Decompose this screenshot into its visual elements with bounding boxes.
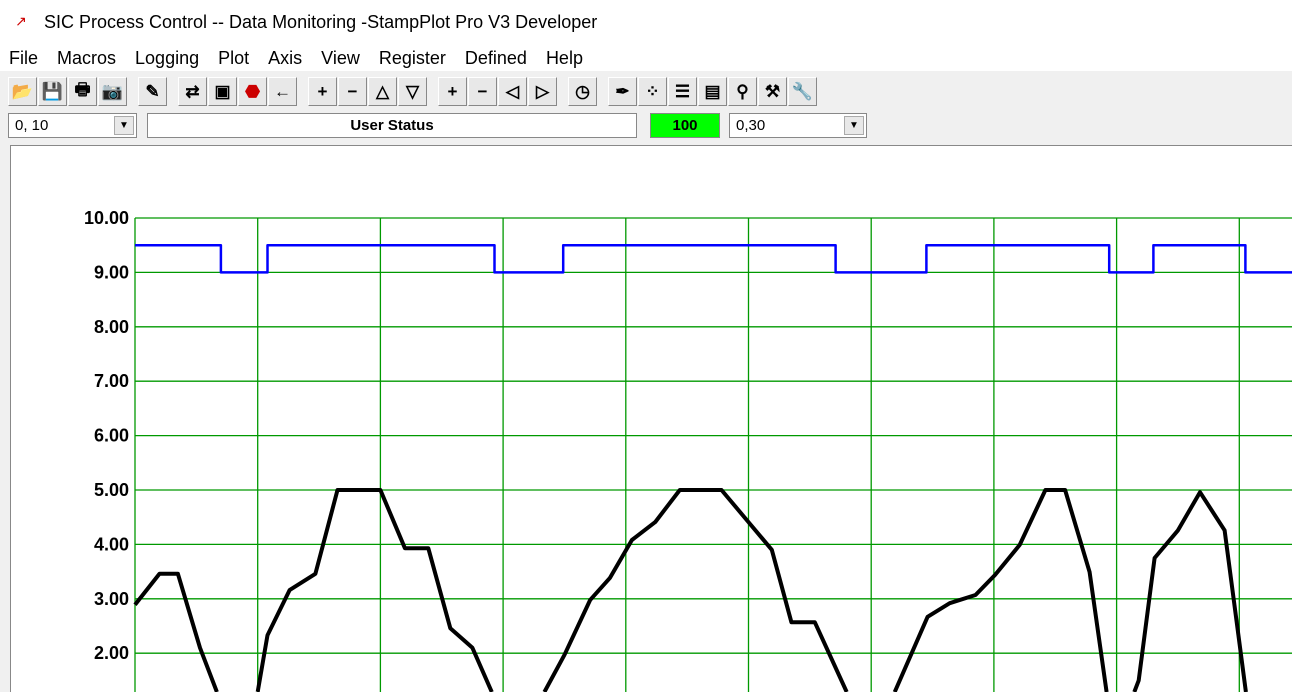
series-line-1 [133,571,219,692]
magic-wand-button[interactable]: ✎ [138,77,167,106]
scroll-right-button[interactable]: ▷ [528,77,557,106]
y-tick-label: 2.00 [94,643,129,663]
user-status-field: User Status [147,113,637,138]
camera-icon: 📷 [101,81,124,101]
arrow-left-icon: ← [274,81,291,101]
y-tick-label: 9.00 [94,262,129,282]
series-line-1 [255,488,494,692]
monitor-icon: ▣ [214,81,231,101]
toolbar-separator [558,77,568,109]
y-tick-label: 5.00 [94,480,129,500]
series-line-1 [1132,490,1248,692]
connect-handshake-button[interactable]: ⇄ [178,77,207,106]
connect-handshake-icon: ⇄ [185,81,200,101]
scroll-up-button[interactable]: △ [368,77,397,106]
printer-button[interactable]: 🖶 [68,77,97,106]
series-line-1 [892,488,1109,692]
minus-x-button[interactable]: − [468,77,497,106]
plus-x-button[interactable]: + [438,77,467,106]
notes-icon: ☰ [674,81,691,101]
pen-icon: ✒ [615,81,630,101]
notebook-button[interactable]: ▤ [698,77,727,106]
y-tick-label: 7.00 [94,371,129,391]
y-range-select[interactable]: 0, 10 ▼ [8,113,137,138]
magic-wand-icon: ✎ [145,81,160,101]
notebook-icon: ▤ [704,81,721,101]
minus-x-icon: − [477,81,488,101]
scroll-right-icon: ▷ [535,81,550,101]
plot-area[interactable]: 10.00 9.00 8.00 7.00 6.00 5.00 4.00 3.00 2.00 [10,145,1292,692]
monitor-button[interactable]: ▣ [208,77,237,106]
y-tick-label: 8.00 [94,317,129,337]
y-tick-label: 6.00 [94,426,129,446]
y-tick-label: 10.00 [84,208,129,228]
plus-y-button[interactable]: + [308,77,337,106]
arrow-left-button[interactable]: ← [268,77,297,106]
stop-button[interactable]: ⬣ [238,77,267,106]
plot-points-button[interactable]: ⁘ [638,77,667,106]
wrench-button[interactable]: 🔧 [788,77,817,106]
menu-macros[interactable]: Macros [48,48,126,69]
menu-register[interactable]: Register [370,48,456,69]
menu-defined[interactable]: Defined [456,48,537,69]
save-disk-icon: 💾 [41,81,64,101]
plus-y-icon: + [317,81,328,101]
user-status-text: User Status [350,117,434,134]
menu-plot[interactable]: Plot [209,48,259,69]
chevron-down-icon[interactable]: ▼ [844,116,864,135]
plus-x-icon: + [447,81,458,101]
tools-button[interactable]: ⚒ [758,77,787,106]
y-tick-label: 3.00 [94,589,129,609]
series-line-1 [542,488,849,692]
window-title: SIC Process Control -- Data Monitoring -… [44,12,598,32]
menu-file[interactable]: File [0,48,48,69]
wrench-icon: 🔧 [791,81,814,101]
minus-y-button[interactable]: − [338,77,367,106]
printer-icon: 🖶 [74,80,91,99]
camera-button[interactable]: 📷 [98,77,127,106]
scroll-up-icon: △ [375,81,390,101]
toolbar: 📂 💾 🖶 📷 ✎ ⇄ ▣ ⬣ ← + − △ ▽ + − ◁ ▷ ◷ ✒ ⁘ ☰ ▤ ⚲ ⚒ 🔧 [8,77,818,109]
toolbar-separator [168,77,178,109]
stampplot-app-icon: ↗ [15,12,27,29]
toolbar-separator [428,77,438,109]
tools-icon: ⚒ [764,81,781,101]
toolbar-separator [598,77,608,109]
plot-points-icon: ⁘ [645,81,660,101]
menu-view[interactable]: View [312,48,370,69]
y-tick-label: 4.00 [94,534,129,554]
menu-help[interactable]: Help [537,48,593,69]
toolbar-separator [298,77,308,109]
open-folder-icon: 📂 [11,81,34,101]
series-line-0 [135,243,1292,274]
value-text: 100 [672,117,698,134]
value-indicator: 100 [650,113,720,138]
clock-icon: ◷ [575,81,590,101]
pen-button[interactable]: ✒ [608,77,637,106]
scroll-left-button[interactable]: ◁ [498,77,527,106]
chevron-down-icon[interactable]: ▼ [114,116,134,135]
probe-button[interactable]: ⚲ [728,77,757,106]
line-chart: 10.00 9.00 8.00 7.00 6.00 5.00 4.00 3.00 2.00 [84,208,1292,692]
menu-axis[interactable]: Axis [259,48,312,69]
open-folder-button[interactable]: 📂 [8,77,37,106]
minus-y-icon: − [347,81,358,101]
stop-icon: ⬣ [245,81,260,101]
x-range-select[interactable]: 0,30 ▼ [729,113,867,138]
scroll-down-button[interactable]: ▽ [398,77,427,106]
scroll-down-icon: ▽ [405,81,420,101]
toolbar-separator [128,77,138,109]
x-range-value: 0,30 [736,117,766,134]
notes-button[interactable]: ☰ [668,77,697,106]
probe-icon: ⚲ [736,81,749,101]
scroll-left-icon: ◁ [505,81,520,101]
menu-logging[interactable]: Logging [126,48,209,69]
title-bar: ↗ SIC Process Control -- Data Monitoring… [0,0,1292,45]
clock-button[interactable]: ◷ [568,77,597,106]
menu-bar: File Macros Logging Plot Axis View Register Def… [0,45,1292,71]
y-range-value: 0, 10 [15,117,49,134]
save-disk-button[interactable]: 💾 [38,77,67,106]
